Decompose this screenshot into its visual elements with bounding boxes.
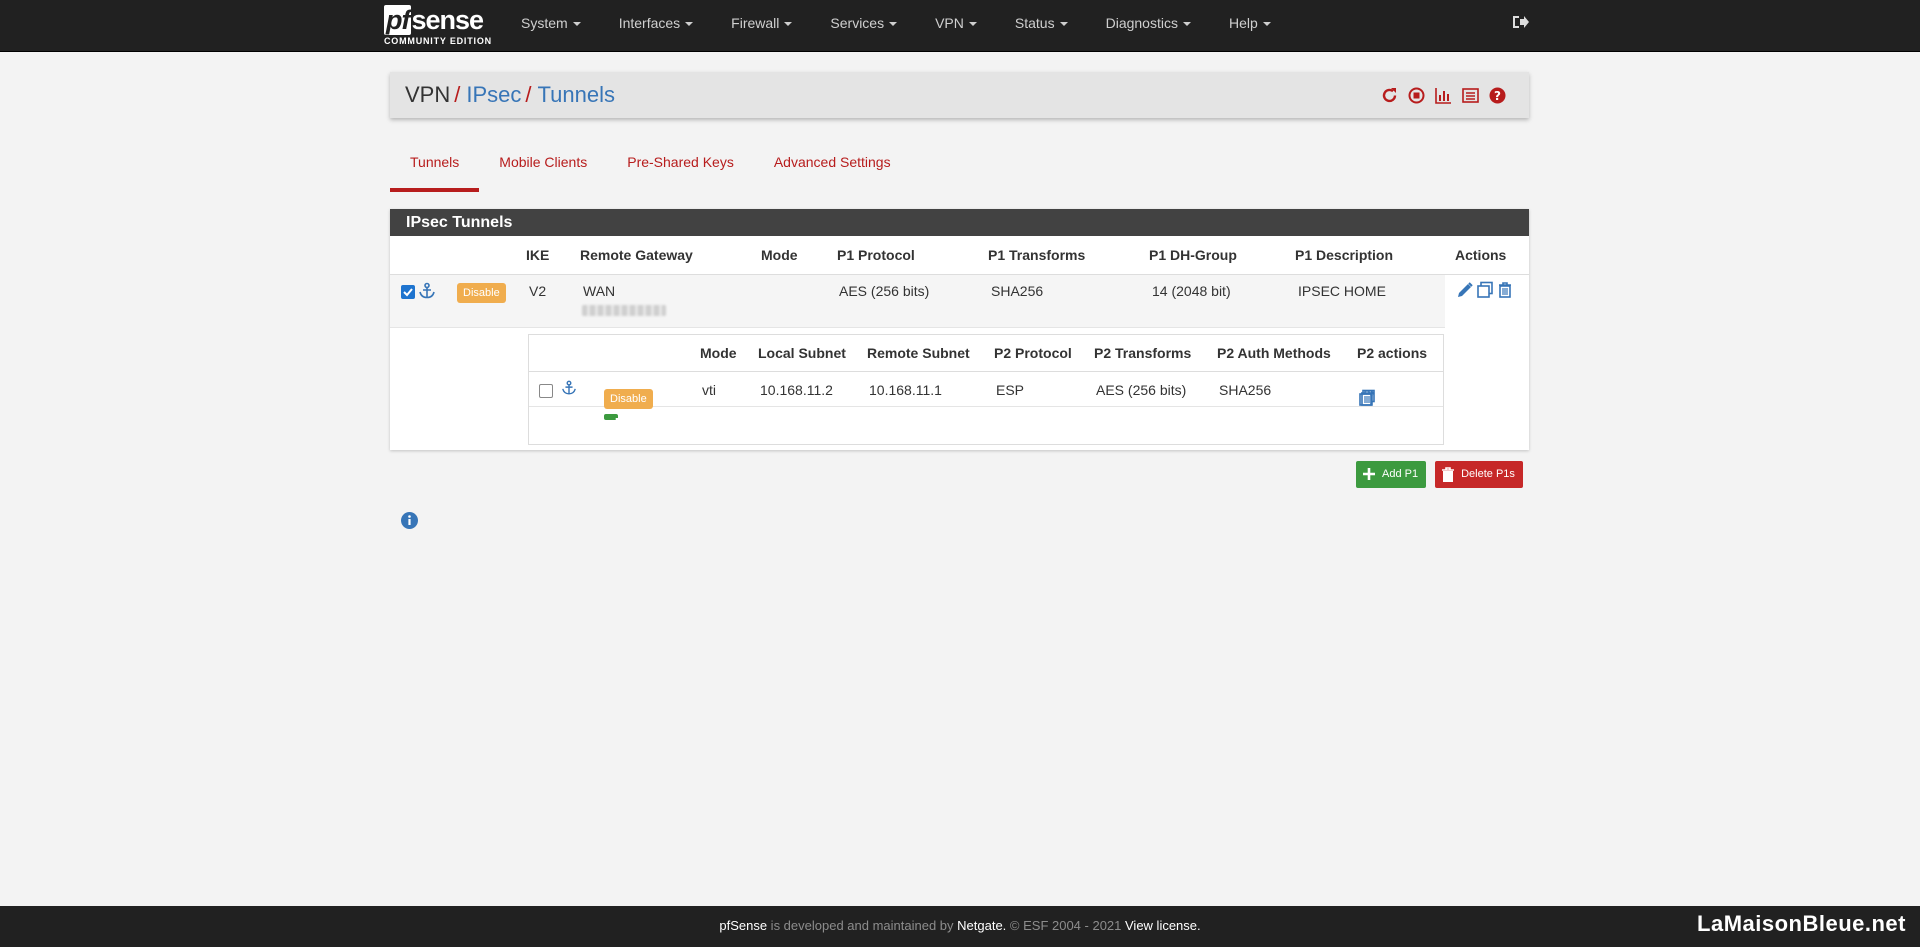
anchor-icon[interactable] (561, 380, 577, 399)
menu-status[interactable]: Status (996, 0, 1087, 46)
main-menu: System Interfaces Firewall Services VPN … (502, 0, 1290, 46)
header-icons: ? (1380, 86, 1507, 105)
add-p1-button[interactable]: Add P1 (1356, 461, 1427, 488)
tab-tunnels[interactable]: Tunnels (390, 148, 480, 192)
p1-ike: V2 (529, 283, 547, 299)
svg-text:?: ? (1494, 89, 1501, 103)
logout-icon[interactable] (1512, 14, 1532, 32)
p2-protocol: ESP (996, 382, 1025, 398)
tab-mobile-clients[interactable]: Mobile Clients (479, 148, 607, 188)
breadcrumb-vpn: VPN (405, 82, 451, 107)
top-navbar: pfsense COMMUNITY EDITION System Interfa… (0, 0, 1920, 52)
menu-system[interactable]: System (502, 0, 600, 46)
tab-advanced-settings[interactable]: Advanced Settings (754, 148, 911, 188)
p2-mode: vti (702, 382, 716, 398)
col-ike: IKE (526, 247, 550, 263)
menu-vpn[interactable]: VPN (916, 0, 996, 46)
caret-down-icon (968, 22, 977, 27)
caret-down-icon (784, 22, 793, 27)
footer-brand[interactable]: pfSense (719, 918, 767, 933)
col-p1-dh-group: P1 DH-Group (1149, 247, 1237, 263)
copy-icon[interactable] (1476, 281, 1496, 302)
logo-mark: pf (384, 5, 412, 35)
col-remote-subnet: Remote Subnet (867, 345, 970, 361)
caret-down-icon (1262, 22, 1271, 27)
watermark: LaMaisonBleue.net (1697, 911, 1906, 936)
p2-transforms: AES (256 bits) (1096, 382, 1187, 398)
col-p1-transforms: P1 Transforms (988, 247, 1086, 263)
p2-table: Mode Local Subnet Remote Subnet P2 Proto… (528, 334, 1444, 445)
ipsec-tunnels-panel: IPsec Tunnels IKE Remote Gateway Mode P1… (390, 209, 1529, 450)
p2-auth: SHA256 (1219, 382, 1272, 398)
p1-protocol: AES (256 bits) (839, 283, 930, 299)
col-local-subnet: Local Subnet (758, 345, 846, 361)
edit-icon[interactable] (1456, 282, 1476, 302)
col-p2-transforms: P2 Transforms (1094, 345, 1192, 361)
breadcrumb-ipsec[interactable]: IPsec (466, 82, 521, 107)
caret-down-icon (572, 22, 581, 27)
col-p1-description: P1 Description (1295, 247, 1394, 263)
anchor-icon[interactable] (418, 282, 436, 303)
caret-down-icon (889, 22, 898, 27)
p2-remote-subnet: 10.168.11.1 (869, 382, 942, 398)
menu-firewall[interactable]: Firewall (712, 0, 811, 46)
info-icon[interactable] (400, 511, 419, 530)
delete-icon[interactable] (1358, 389, 1376, 410)
p2-local-subnet: 10.168.11.2 (760, 382, 833, 398)
col-remote-gateway: Remote Gateway (580, 247, 693, 263)
col-p1-protocol: P1 Protocol (837, 247, 915, 263)
menu-diagnostics[interactable]: Diagnostics (1087, 0, 1210, 46)
col-p2-mode: Mode (700, 345, 737, 361)
menu-interfaces[interactable]: Interfaces (600, 0, 712, 46)
pfsense-logo[interactable]: pfsense COMMUNITY EDITION (384, 5, 492, 46)
col-p2-actions: P2 actions (1357, 345, 1428, 361)
stop-icon[interactable] (1407, 86, 1426, 105)
delete-p1s-button[interactable]: Delete P1s (1435, 461, 1523, 488)
view-license-link[interactable]: View license. (1125, 918, 1201, 933)
edition-label: COMMUNITY EDITION (384, 36, 492, 46)
restart-icon[interactable] (1380, 86, 1399, 105)
caret-down-icon (1182, 22, 1191, 27)
p1-buttons: Add P1 Delete P1s (1356, 461, 1523, 488)
p1-description: IPSEC HOME (1298, 283, 1386, 299)
table-row: Disable vti 10.168.11.2 10.168.11.1 ESP … (529, 372, 1443, 410)
p1-table-header: IKE Remote Gateway Mode P1 Protocol P1 T… (390, 237, 1529, 275)
tab-pre-shared-keys[interactable]: Pre-Shared Keys (607, 148, 754, 188)
p1-actions (1456, 281, 1516, 302)
log-icon[interactable] (1461, 86, 1480, 105)
table-row: Disable V2 WAN AES (256 bits) SHA256 14 … (390, 275, 1445, 328)
col-mode: Mode (761, 247, 798, 263)
caret-down-icon (1059, 22, 1068, 27)
p1-transforms: SHA256 (991, 283, 1044, 299)
p2-select-checkbox[interactable] (539, 384, 553, 398)
panel-title: IPsec Tunnels (390, 209, 1529, 236)
help-icon[interactable]: ? (1488, 86, 1507, 105)
footer-company-link[interactable]: Netgate. (957, 918, 1006, 933)
tab-bar: Tunnels Mobile Clients Pre-Shared Keys A… (390, 148, 911, 192)
p1-select-checkbox[interactable] (401, 285, 415, 302)
menu-services[interactable]: Services (811, 0, 916, 46)
caret-down-icon (685, 22, 694, 27)
col-actions: Actions (1455, 247, 1507, 263)
menu-help[interactable]: Help (1210, 0, 1290, 46)
p1-dh-group: 14 (2048 bit) (1152, 283, 1231, 299)
footer: pfSense is developed and maintained by N… (0, 906, 1920, 947)
plus-icon (1362, 467, 1376, 481)
col-p2-auth-methods: P2 Auth Methods (1217, 345, 1331, 361)
breadcrumb-tunnels[interactable]: Tunnels (538, 82, 615, 107)
graph-icon[interactable] (1434, 86, 1453, 105)
breadcrumb: VPN / IPsec / Tunnels (405, 82, 615, 107)
breadcrumb-bar: VPN / IPsec / Tunnels ? (390, 72, 1529, 118)
delete-icon[interactable] (1496, 282, 1516, 302)
p1-remote-gateway: WAN (583, 283, 616, 299)
col-p2-protocol: P2 Protocol (994, 345, 1072, 361)
p2-table-header: Mode Local Subnet Remote Subnet P2 Proto… (529, 335, 1443, 372)
trash-icon (1441, 467, 1455, 483)
